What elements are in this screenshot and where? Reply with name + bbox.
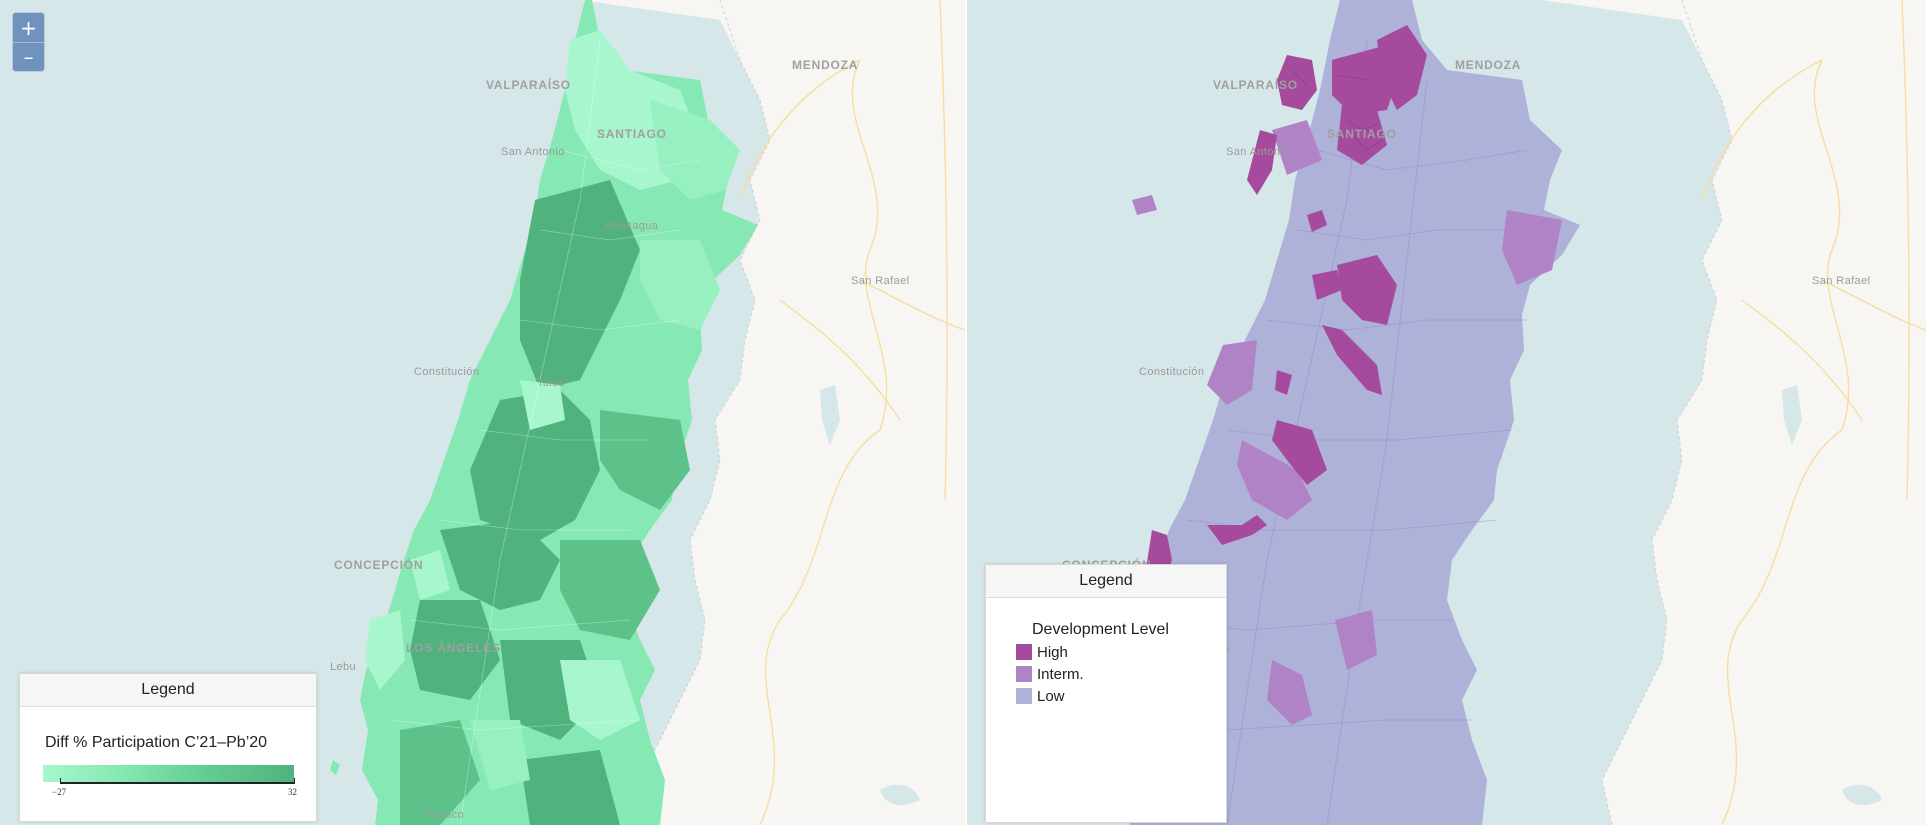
- swatch-low: [1016, 688, 1032, 704]
- gradient-min-label: −27: [52, 787, 67, 797]
- zoom-in-button[interactable]: +: [13, 13, 44, 42]
- zoom-control: + –: [12, 12, 45, 72]
- participation-legend: Legend Diff % Participation C’21–Pb’20 −…: [19, 673, 317, 822]
- gradient-tick-min: [60, 778, 61, 784]
- gradient-axis: [60, 782, 295, 784]
- city-talca: Talca: [537, 377, 565, 389]
- city-lebu: Lebu: [330, 661, 356, 673]
- city-mendoza: MENDOZA: [1455, 58, 1521, 72]
- swatch-high: [1016, 644, 1032, 660]
- legend-label: High: [1037, 644, 1068, 661]
- city-constitucion: Constitución: [414, 366, 479, 378]
- legend-item-low: Low: [1016, 688, 1065, 706]
- city-valparaiso: VALPARAÍSO: [486, 77, 571, 92]
- swatch-interm: [1016, 666, 1032, 682]
- city-santiago: SANTIAGO: [1327, 127, 1397, 141]
- zoom-out-button[interactable]: –: [13, 42, 44, 71]
- gradient-bar: [43, 765, 294, 782]
- legend-header: Legend: [986, 565, 1226, 598]
- city-san-rafael: San Rafael: [851, 275, 909, 287]
- legend-item-high: High: [1016, 644, 1068, 662]
- city-santiago: SANTIAGO: [597, 127, 667, 141]
- gradient-tick-max: [294, 778, 295, 784]
- legend-label: Interm.: [1037, 666, 1084, 683]
- city-san-rafael: San Rafael: [1812, 275, 1870, 287]
- city-valparaiso: VALPARAÍSO: [1213, 77, 1298, 92]
- right-map-panel[interactable]: MENDOZA VALPARAÍSO SANTIAGO San Antonio …: [967, 0, 1926, 825]
- gradient-max-label: 32: [288, 787, 297, 797]
- legend-item-interm: Interm.: [1016, 666, 1084, 684]
- city-constitucion: Constitución: [1139, 366, 1204, 378]
- city-temuco: Temuco: [423, 809, 464, 821]
- left-map-panel[interactable]: VALPARAÍSO MENDOZA SANTIAGO San Antonio …: [0, 0, 965, 825]
- city-san-antonio: San Antonio: [501, 146, 565, 158]
- city-mendoza: MENDOZA: [792, 58, 858, 72]
- city-rancagua: Rancagua: [605, 220, 659, 232]
- legend-label: Low: [1037, 688, 1065, 705]
- legend-title: Diff % Participation C’21–Pb’20: [45, 734, 268, 751]
- legend-header: Legend: [20, 674, 316, 707]
- city-concepcion: CONCEPCIÓN: [334, 557, 423, 572]
- city-san-antonio: San Antonio: [1226, 146, 1290, 158]
- development-legend: Legend Development Level High Interm. Lo…: [985, 564, 1227, 823]
- city-los-angeles: LOS ÁNGELES: [406, 640, 501, 655]
- legend-title: Development Level: [1032, 621, 1169, 638]
